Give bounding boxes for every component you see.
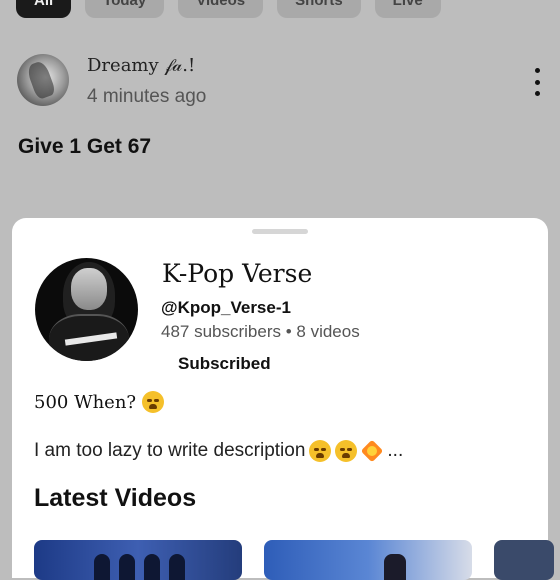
post-author-avatar[interactable] [17,54,69,106]
channel-bottom-sheet: K-Pop Verse @Kpop_Verse-1 487 subscriber… [12,218,554,580]
subscribed-button[interactable]: Subscribed [178,354,271,374]
post-timestamp: 4 minutes ago [87,86,207,107]
collision-emoji-icon [361,440,383,462]
video-thumbnail[interactable] [494,540,554,580]
channel-tagline: 500 When? [34,391,165,413]
more-options-icon[interactable] [528,68,546,96]
latest-videos-heading: Latest Videos [34,484,197,512]
filter-chips: All Today Videos Shorts Live [16,0,441,18]
description-text: I am too lazy to write description [34,440,306,461]
channel-description: I am too lazy to write description ... [34,440,403,462]
description-ellipsis: ... [387,440,404,461]
sneezing-face-emoji-icon [309,440,332,462]
post-author-name[interactable]: Dreamy 𝒻𝒶.! [87,55,195,76]
channel-name[interactable]: K-Pop Verse [162,259,312,288]
channel-stats: 487 subscribers • 8 videos [161,322,360,341]
tagline-text: 500 When? [34,391,137,413]
weary-face-emoji-icon [142,391,165,413]
channel-handle: @Kpop_Verse-1 [161,298,291,317]
chip-live[interactable]: Live [374,0,441,18]
post-text: Give 1 Get 67 [18,135,152,158]
drag-handle[interactable] [252,229,308,234]
chip-shorts[interactable]: Shorts [277,0,361,18]
chip-all[interactable]: All [16,0,72,18]
video-thumbnail[interactable] [34,540,242,580]
video-thumbnail[interactable] [264,540,472,580]
channel-avatar[interactable] [35,258,138,361]
chip-videos[interactable]: Videos [178,0,264,18]
screaming-face-emoji-icon [335,440,358,462]
chip-today[interactable]: Today [85,0,165,18]
